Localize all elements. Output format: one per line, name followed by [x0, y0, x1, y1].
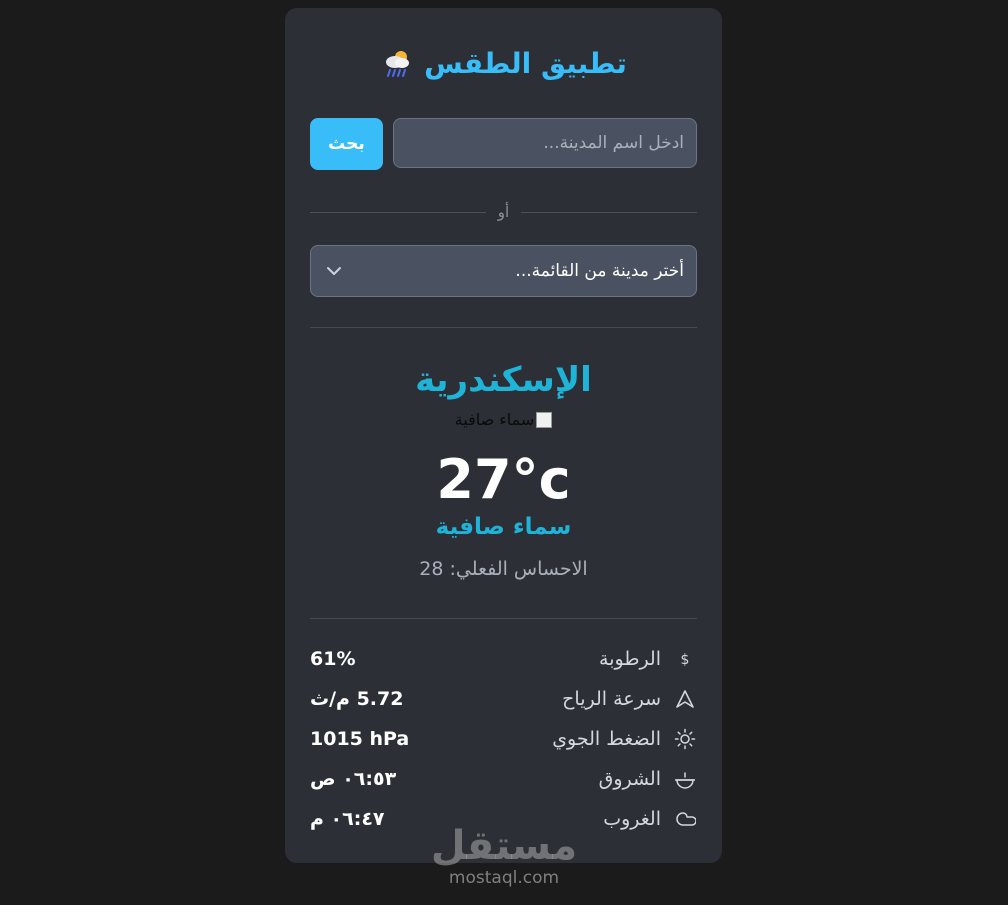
section-divider [310, 327, 697, 328]
weather-image-alt: سماء صافية [454, 410, 535, 429]
divider-line [309, 211, 486, 213]
detail-row-sunrise: الشروق ٠٦:٥٣ ص [310, 759, 697, 799]
wind-icon [673, 687, 697, 711]
detail-value: 61% [310, 648, 356, 670]
detail-value: 1015 hPa [310, 728, 410, 750]
detail-row-humidity: $ الرطوبة 61% [310, 639, 697, 679]
weather-details: $ الرطوبة 61% سرعة الرياح 5.72 م/ث الضغط… [310, 639, 697, 839]
city-select-value: أختر مدينة من القائمة... [515, 261, 684, 281]
humidity-icon: $ [673, 647, 697, 671]
svg-text:$: $ [681, 652, 690, 668]
weather-description: سماء صافية [435, 514, 572, 540]
sun-icon [673, 727, 697, 751]
detail-label: الرطوبة [599, 648, 661, 670]
app-title: تطبيق الطقس [285, 46, 722, 80]
city-name: الإسكندرية [415, 360, 592, 400]
detail-label: سرعة الرياح [562, 688, 661, 710]
search-button[interactable]: بحث [310, 118, 383, 170]
detail-value: ٠٦:٤٧ م [310, 808, 385, 830]
detail-label: الغروب [603, 808, 661, 830]
detail-label: الضغط الجوي [552, 728, 661, 750]
detail-label: الشروق [598, 768, 661, 790]
app-title-text: تطبيق الطقس [424, 46, 627, 80]
or-label: أو [497, 203, 510, 221]
detail-value: 5.72 م/ث [310, 688, 404, 710]
city-select[interactable]: أختر مدينة من القائمة... [310, 245, 697, 297]
search-row: بحث [310, 118, 697, 170]
divider-line [521, 211, 697, 213]
section-divider [310, 618, 697, 619]
detail-row-pressure: الضغط الجوي 1015 hPa [310, 719, 697, 759]
chevron-down-icon [327, 267, 341, 275]
detail-row-sunset: الغروب ٠٦:٤٧ م [310, 799, 697, 839]
city-search-input[interactable] [393, 118, 697, 168]
temperature: 27°c [436, 448, 571, 511]
detail-row-wind: سرعة الرياح 5.72 م/ث [310, 679, 697, 719]
weather-card: تطبيق الطقس بحث أو أختر مدينة من القائمة… [285, 8, 722, 863]
watermark-latin: mostaql.com [448, 868, 560, 888]
cloud-rain-sun-icon [386, 51, 410, 77]
feels-like: الاحساس الفعلي: 28 [419, 558, 588, 580]
broken-image-icon [536, 411, 553, 428]
weather-image: سماء صافية [285, 410, 722, 429]
sunset-icon [673, 807, 697, 831]
sunrise-icon [673, 767, 697, 791]
detail-value: ٠٦:٥٣ ص [310, 768, 397, 790]
or-divider: أو [309, 202, 697, 222]
